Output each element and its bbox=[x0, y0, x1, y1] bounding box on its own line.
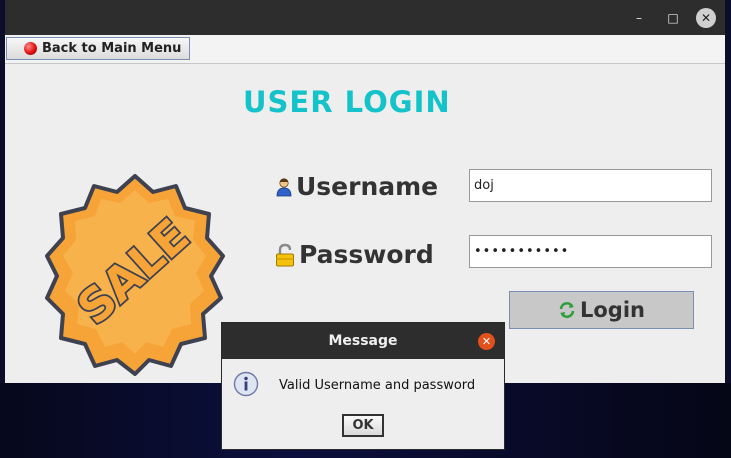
window-titlebar[interactable]: – □ ✕ bbox=[5, 0, 725, 35]
refresh-icon bbox=[559, 302, 575, 318]
dialog-close-button[interactable]: ✕ bbox=[478, 333, 495, 350]
login-button[interactable]: Login bbox=[509, 291, 694, 329]
login-button-label: Login bbox=[580, 298, 645, 322]
message-dialog: Message ✕ Valid Username and password OK bbox=[221, 322, 505, 450]
lock-icon bbox=[276, 243, 294, 266]
sale-badge-icon: SALE bbox=[45, 174, 225, 376]
back-button-label: Back to Main Menu bbox=[42, 41, 182, 56]
minimize-button[interactable]: – bbox=[629, 8, 649, 28]
red-dot-icon bbox=[24, 42, 37, 55]
password-input[interactable] bbox=[469, 235, 712, 268]
username-label: Username bbox=[276, 172, 438, 201]
back-to-main-menu-button[interactable]: Back to Main Menu bbox=[6, 37, 190, 60]
username-label-text: Username bbox=[296, 172, 439, 201]
dialog-title: Message bbox=[328, 333, 398, 349]
ok-button[interactable]: OK bbox=[342, 414, 384, 437]
dialog-titlebar[interactable]: Message ✕ bbox=[222, 323, 504, 359]
password-label: Password bbox=[275, 240, 434, 269]
user-icon bbox=[276, 177, 292, 196]
dialog-message: Valid Username and password bbox=[279, 378, 476, 393]
info-icon bbox=[233, 371, 259, 397]
page-title: USER LOGIN bbox=[243, 85, 451, 119]
password-label-text: Password bbox=[299, 240, 434, 269]
close-button[interactable]: ✕ bbox=[696, 8, 716, 28]
username-input[interactable] bbox=[469, 169, 712, 202]
toolbar: Back to Main Menu bbox=[5, 35, 725, 64]
maximize-button[interactable]: □ bbox=[663, 8, 683, 28]
